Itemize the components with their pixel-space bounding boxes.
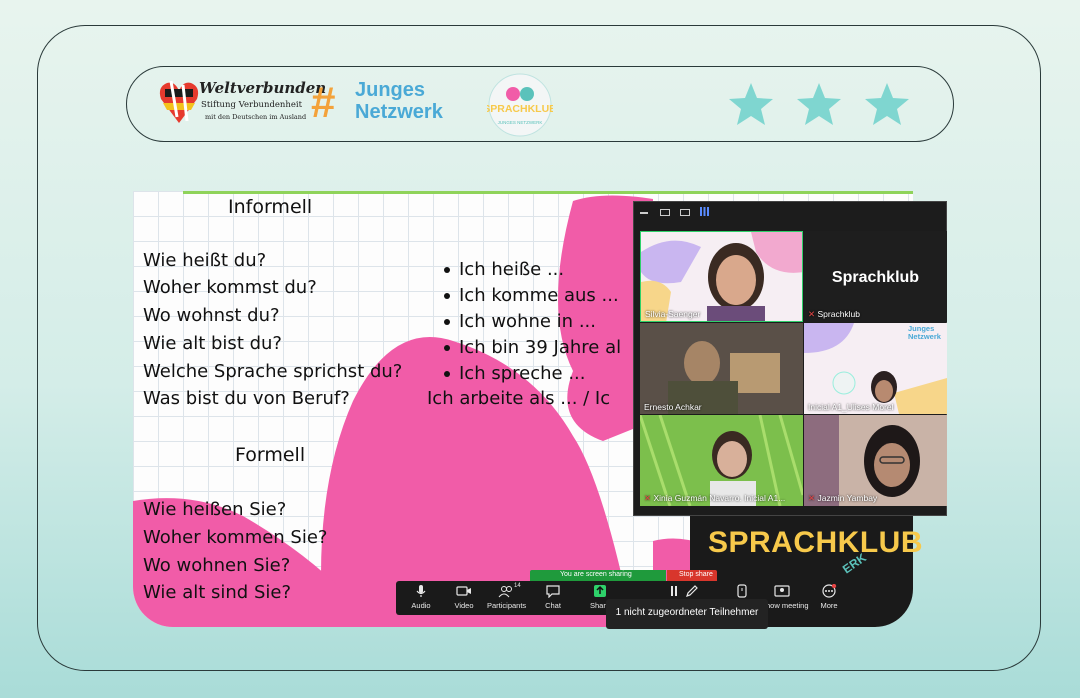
gallery-titlebar: [634, 202, 946, 224]
remote-control-icon: [737, 584, 747, 598]
participant-name: Inicial A1_Ulises Morel: [808, 402, 894, 412]
participants-icon: [498, 586, 512, 598]
tile-logo-text: Junges Netzwerk: [908, 324, 941, 341]
bullet-icon: [444, 345, 450, 351]
video-tile[interactable]: Silvia-Saenger: [640, 231, 803, 322]
minimize-icon[interactable]: [640, 212, 648, 214]
answer-job: Ich arbeite als ... / Ic: [427, 388, 611, 409]
bullet-icon: [444, 371, 450, 377]
bullet-icon: [444, 293, 450, 299]
stop-share-button[interactable]: Stop share: [667, 570, 717, 581]
video-tile[interactable]: Sprachklub ✕ Sprachklub: [804, 231, 947, 322]
informal-question: Wie heißt du?: [143, 250, 267, 271]
participants-button[interactable]: 14 Participants: [487, 583, 526, 610]
star-icon: [797, 83, 841, 125]
svg-text:SPRACHKLUB: SPRACHKLUB: [487, 103, 553, 115]
view-strip-icon[interactable]: [660, 209, 670, 216]
junges-netzwerk-line2: Netzwerk: [355, 101, 443, 123]
bullet-icon: [444, 319, 450, 325]
weltverbunden-tagline: mit den Deutschen im Ausland: [205, 113, 307, 121]
logo-banner: Weltverbunden Stiftung Verbundenheit mit…: [126, 66, 954, 142]
tooltip-text: 1 nicht zugeordneter Teilnehmer: [615, 607, 759, 618]
flag-heart-icon: [159, 80, 199, 123]
view-speaker-icon[interactable]: [680, 209, 690, 216]
weltverbunden-title: Weltverbunden: [199, 79, 327, 97]
participants-tooltip: 1 nicht zugeordneter Teilnehmer: [606, 599, 768, 629]
formal-heading: Formell: [235, 444, 306, 466]
chat-button[interactable]: Chat: [533, 584, 573, 610]
camera-icon: [456, 586, 471, 596]
annotate-button[interactable]: [672, 584, 712, 598]
weltverbunden-subtitle: Stiftung Verbundenheit: [201, 100, 303, 110]
audio-button[interactable]: Audio: [401, 584, 441, 610]
screen-sharing-indicator: You are screen sharing: [530, 570, 666, 581]
informal-question: Wo wohnst du?: [143, 305, 280, 326]
pencil-icon: [686, 585, 698, 597]
video-feed: [640, 323, 803, 414]
informal-question: Was bist du von Beruf?: [143, 388, 350, 409]
weltverbunden-logo: Weltverbunden Stiftung Verbundenheit mit…: [157, 75, 326, 133]
video-tile[interactable]: Ernesto Achkar: [640, 323, 803, 414]
stop-share-label: Stop share: [679, 571, 713, 578]
formal-question: Wo wohnen Sie?: [143, 555, 291, 576]
star-icon: [729, 83, 773, 125]
answer-item: Ich wohne in ...: [444, 311, 596, 332]
answer-item: Ich bin 39 Jahre al: [444, 337, 621, 358]
formal-question: Woher kommen Sie?: [143, 527, 328, 548]
screen-sharing-label: You are screen sharing: [560, 571, 632, 578]
informal-question: Welche Sprache sprichst du?: [143, 361, 403, 382]
participant-title: Sprachklub: [831, 269, 920, 286]
video-tile[interactable]: ✕ Xinia Guzmán Navarro. Inicial A1...: [640, 415, 803, 506]
sprachklub-logo: SPRACHKLUB JUNGES NETZWERK: [483, 72, 557, 138]
remote-control-button[interactable]: [722, 584, 762, 598]
video-tile[interactable]: Junges Netzwerk Inicial A1_Ulises Morel: [804, 323, 947, 414]
informal-question: Wie alt bist du?: [143, 333, 282, 354]
bullet-icon: [444, 267, 450, 273]
more-button[interactable]: More: [809, 584, 849, 610]
show-meeting-icon: [774, 585, 790, 597]
junges-netzwerk-line1: Junges: [355, 79, 426, 101]
participant-name: Silvia-Saenger: [645, 309, 701, 319]
slide-brand-text: SPRACHKLUB: [708, 526, 923, 559]
chat-icon: [546, 585, 560, 598]
participant-name: ✕ Xinia Guzmán Navarro. Inicial A1...: [644, 493, 786, 503]
formal-question: Wie alt sind Sie?: [143, 582, 291, 603]
video-gallery-window: Silvia-Saenger Sprachklub ✕ Sprachklub E…: [633, 201, 947, 516]
participant-name: ✕ Jazmin Yambay: [808, 493, 878, 503]
informal-heading: Informell: [228, 196, 313, 218]
participant-name: Ernesto Achkar: [644, 402, 702, 412]
more-options-icon: [822, 584, 837, 598]
answer-item: Ich komme aus ...: [444, 285, 619, 306]
participants-count: 14: [514, 583, 521, 589]
answer-item: Ich spreche ...: [444, 363, 585, 384]
share-screen-icon: [594, 585, 606, 597]
rating-stars: [729, 83, 909, 125]
informal-question: Woher kommst du?: [143, 277, 317, 298]
microphone-icon: [416, 585, 426, 597]
hashtag-icon: #: [311, 78, 336, 127]
junges-netzwerk-logo: # Junges Netzwerk: [311, 77, 471, 133]
video-tile[interactable]: ✕ Jazmin Yambay: [804, 415, 947, 506]
gallery-view-icon[interactable]: [700, 207, 709, 216]
star-icon: [865, 83, 909, 125]
video-button[interactable]: Video: [444, 584, 484, 610]
formal-question: Wie heißen Sie?: [143, 499, 287, 520]
participant-name: ✕ Sprachklub: [808, 309, 861, 319]
svg-text:JUNGES NETZWERK: JUNGES NETZWERK: [498, 120, 543, 125]
answer-item: Ich heiße ...: [444, 259, 564, 280]
